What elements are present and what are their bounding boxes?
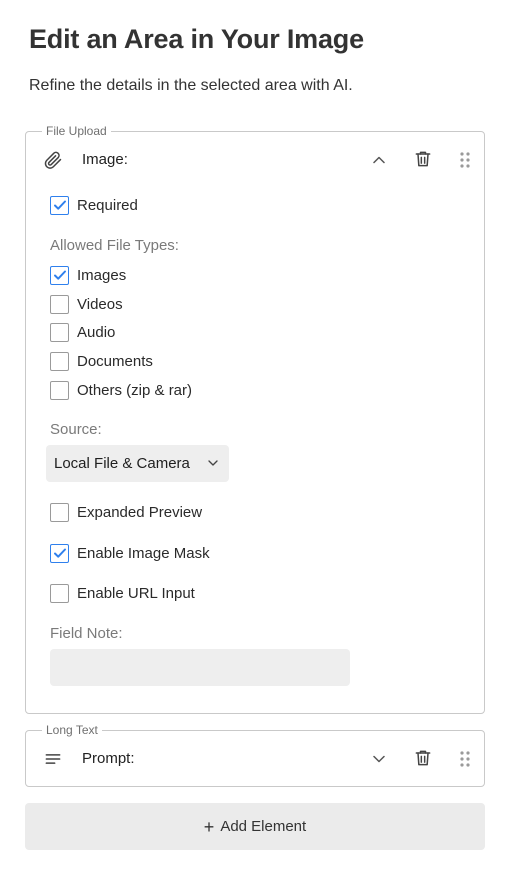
expanded-preview-checkbox[interactable]: Expanded Preview	[50, 502, 202, 522]
checkmark-icon	[53, 270, 66, 280]
element-header[interactable]: Prompt:	[26, 731, 484, 787]
text-lines-icon	[45, 754, 61, 764]
chevron-down-icon[interactable]	[369, 749, 389, 769]
checkbox-box[interactable]	[50, 265, 69, 285]
add-element-button[interactable]: + Add Element	[25, 803, 485, 850]
filetype-checkbox-videos[interactable]: Videos	[50, 294, 123, 314]
checkmark-icon	[53, 548, 66, 558]
field-note-input[interactable]	[50, 649, 350, 686]
checkbox-label: Required	[77, 196, 138, 214]
source-select[interactable]: Local File & Camera	[46, 445, 229, 482]
checkbox-box[interactable]	[50, 294, 69, 314]
checkbox-label: Audio	[77, 323, 116, 341]
checkbox-label: Expanded Preview	[77, 503, 203, 521]
filetype-checkbox-others[interactable]: Others (zip & rar)	[50, 380, 192, 400]
checkmark-icon	[53, 200, 66, 210]
enable-image-mask-checkbox[interactable]: Enable Image Mask	[50, 543, 210, 563]
checkbox-label: Documents	[77, 352, 153, 370]
page-subtitle: Refine the details in the selected area …	[29, 77, 353, 94]
page-title: Edit an Area in Your Image	[29, 24, 364, 54]
field-note-label: Field Note:	[50, 625, 123, 642]
file-upload-element: File Upload Image: Required Allowed File…	[25, 124, 485, 714]
checkbox-box[interactable]	[50, 322, 69, 342]
checkbox-label: Enable Image Mask	[77, 544, 210, 562]
checkbox-label: Videos	[77, 295, 123, 313]
chevron-down-icon	[208, 460, 218, 466]
required-checkbox[interactable]: Required	[50, 195, 138, 215]
long-text-element: Long Text Prompt:	[25, 723, 485, 787]
checkbox-label: Images	[77, 266, 127, 284]
element-header[interactable]: Image:	[26, 132, 484, 188]
checkbox-box[interactable]	[50, 195, 69, 215]
filetype-checkbox-images[interactable]: Images	[50, 265, 126, 285]
allowed-file-types-label: Allowed File Types:	[50, 237, 179, 254]
add-element-label: Add Element	[220, 818, 307, 835]
checkbox-box[interactable]	[50, 351, 69, 371]
trash-icon[interactable]	[413, 748, 433, 768]
filetype-checkbox-documents[interactable]: Documents	[50, 351, 153, 371]
source-label: Source:	[50, 421, 102, 438]
checkbox-box[interactable]	[50, 502, 69, 522]
checkbox-label: Others (zip & rar)	[77, 381, 193, 399]
filetype-checkbox-audio[interactable]: Audio	[50, 322, 115, 342]
checkbox-box[interactable]	[50, 543, 69, 563]
trash-icon[interactable]	[413, 149, 433, 169]
drag-handle-icon[interactable]	[458, 749, 472, 769]
enable-url-input-checkbox[interactable]: Enable URL Input	[50, 583, 195, 603]
element-label: Image:	[82, 151, 128, 168]
plus-icon: +	[203, 816, 215, 837]
checkbox-box[interactable]	[50, 583, 69, 603]
source-select-value: Local File & Camera	[54, 455, 190, 472]
checkbox-label: Enable URL Input	[77, 584, 195, 602]
chevron-up-icon[interactable]	[369, 150, 389, 170]
drag-handle-icon[interactable]	[458, 150, 472, 170]
element-label: Prompt:	[82, 750, 135, 767]
paperclip-icon	[44, 151, 62, 169]
checkbox-box[interactable]	[50, 380, 69, 400]
